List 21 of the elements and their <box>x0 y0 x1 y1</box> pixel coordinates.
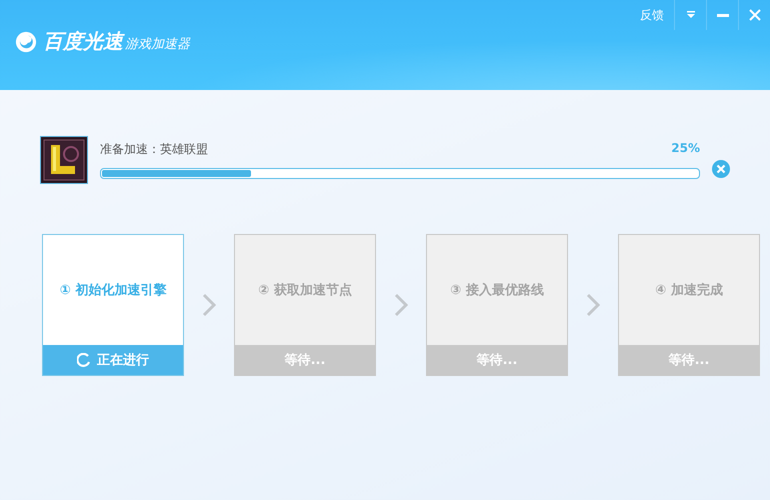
task-label: 准备加速：英雄联盟 <box>100 141 208 158</box>
chevron-right-icon <box>394 293 408 317</box>
swirl-logo-icon <box>15 31 37 53</box>
minimize-icon <box>716 14 728 16</box>
close-icon <box>712 160 730 178</box>
step-title: ② 获取加速节点 <box>257 282 353 300</box>
chevron-right-icon <box>202 293 216 317</box>
brand-name: 百度光速 <box>43 28 123 55</box>
step-title: ④ 加速完成 <box>654 282 724 300</box>
step-title: ③ 接入最优路线 <box>449 282 545 300</box>
chevron-right-icon <box>586 293 600 317</box>
close-icon <box>748 9 760 21</box>
feedback-link[interactable]: 反馈 <box>630 6 674 24</box>
game-icon <box>40 136 88 184</box>
caret-icon <box>686 11 696 19</box>
spinner-icon <box>77 353 91 367</box>
step-title: ① 初始化加速引擎 <box>58 282 168 300</box>
step-status: 正在进行 <box>97 352 149 369</box>
product-name: 游戏加速器 <box>125 36 190 53</box>
cancel-button[interactable] <box>712 160 730 178</box>
progress-percent: 25% <box>671 141 700 157</box>
